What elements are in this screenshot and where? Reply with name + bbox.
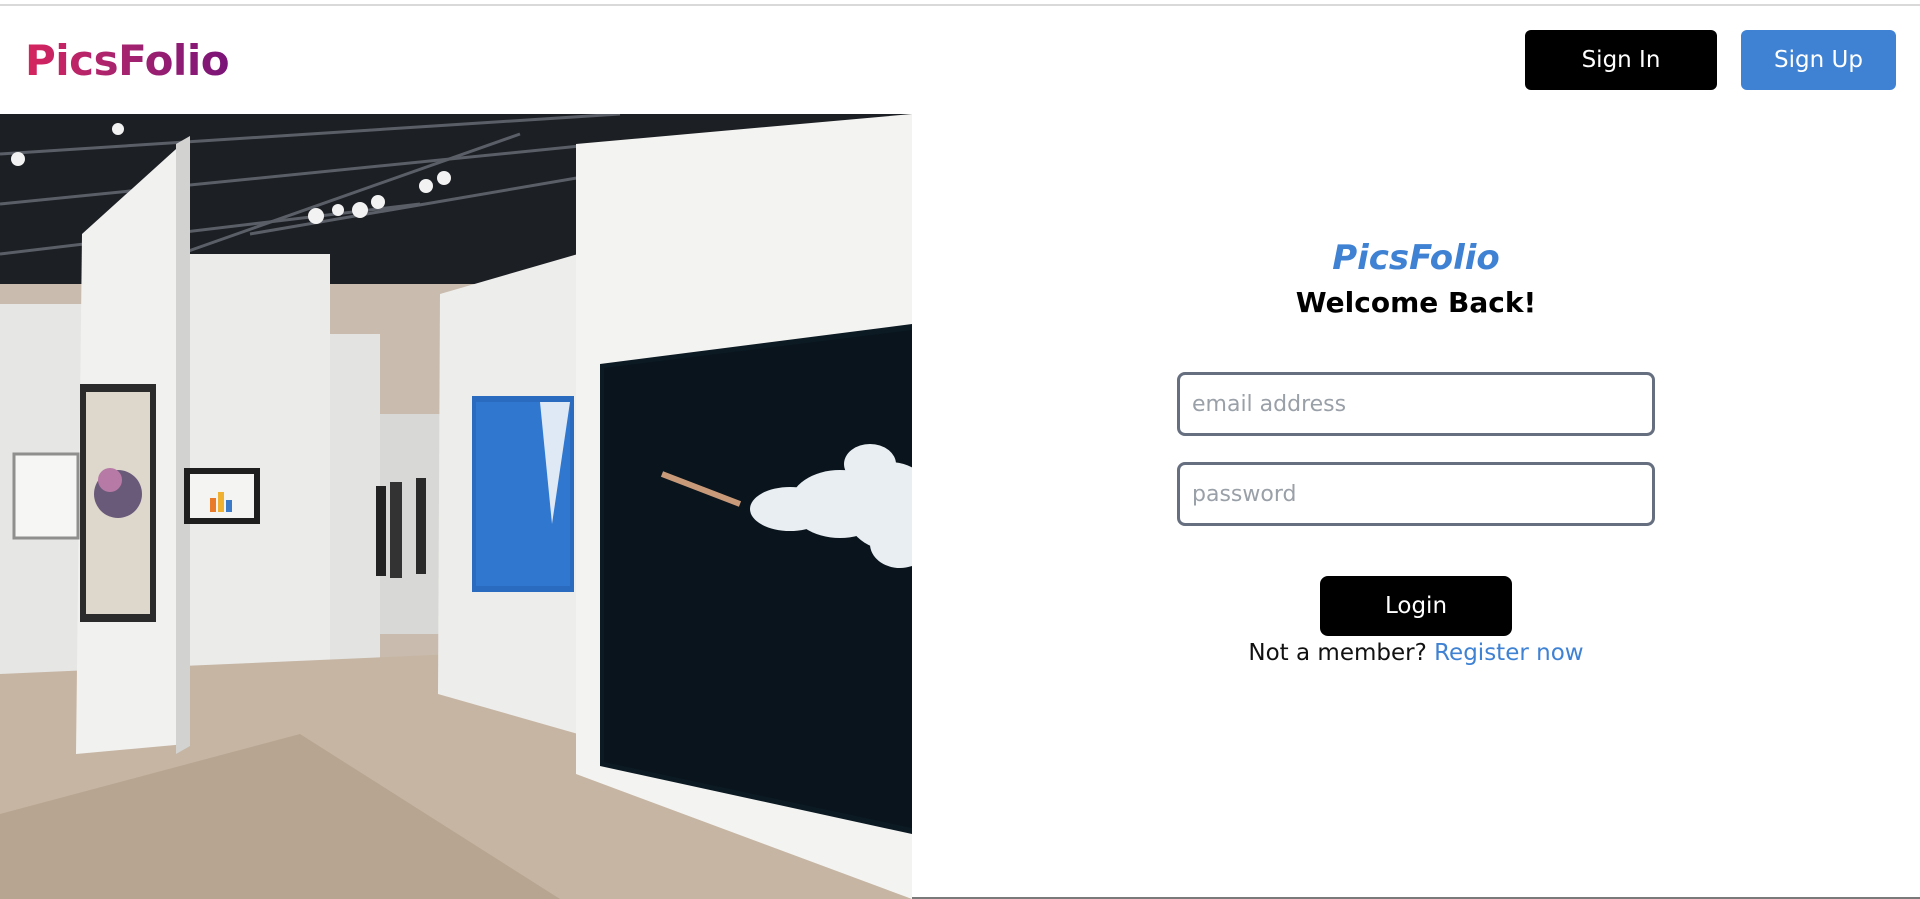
login-title: Welcome Back! bbox=[1295, 286, 1537, 319]
gallery-hero-image bbox=[0, 114, 912, 899]
register-prompt: Not a member? Register now bbox=[912, 640, 1920, 666]
password-input[interactable] bbox=[1177, 462, 1655, 526]
sign-in-button[interactable]: Sign In bbox=[1525, 30, 1717, 90]
register-link[interactable]: Register now bbox=[1434, 640, 1583, 666]
login-brand: PicsFolio bbox=[1332, 238, 1500, 278]
login-panel: PicsFolio Welcome Back! Login Not a memb… bbox=[912, 114, 1920, 897]
sign-up-button[interactable]: Sign Up bbox=[1741, 30, 1896, 90]
brand-logo[interactable]: PicsFolio bbox=[25, 36, 230, 85]
not-member-text: Not a member? bbox=[1248, 640, 1427, 666]
login-button[interactable]: Login bbox=[1320, 576, 1512, 636]
navbar: PicsFolio Sign In Sign Up bbox=[0, 6, 1920, 114]
email-input[interactable] bbox=[1177, 372, 1655, 436]
